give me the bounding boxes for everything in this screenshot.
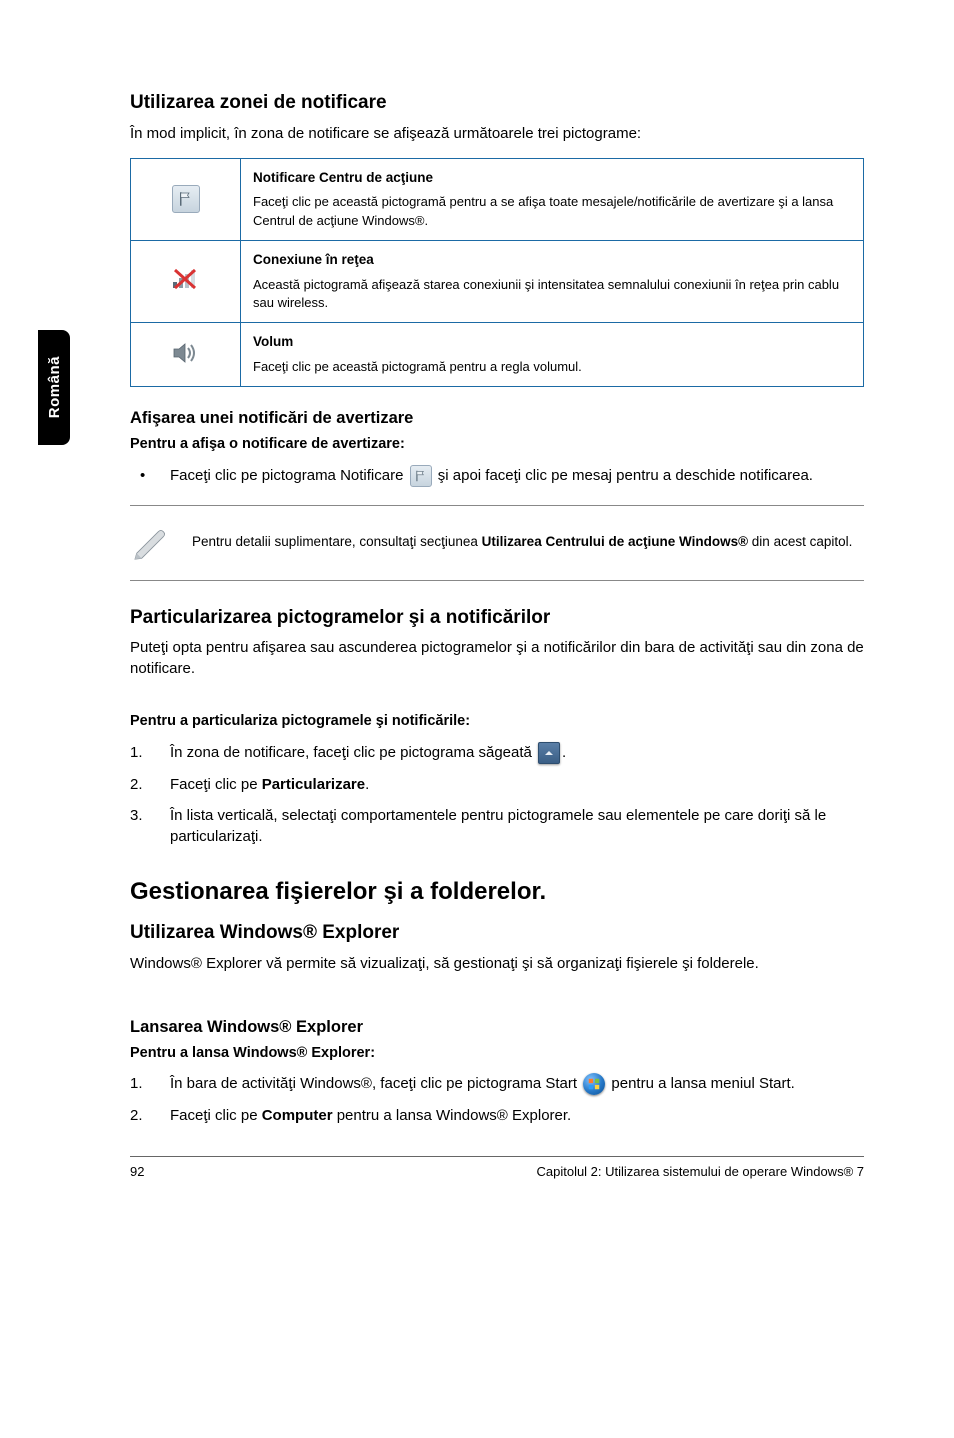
item-number: 1.: [130, 1073, 158, 1094]
list-item: 3. În lista verticală, selectaţi comport…: [130, 805, 864, 847]
arrow-up-icon: [538, 742, 560, 764]
start-icon: [583, 1073, 605, 1095]
page-number: 92: [130, 1163, 144, 1181]
cell-title: Conexiune în reţea: [253, 251, 851, 270]
subtitle-customize: Pentru a particulariza pictogramele şi n…: [130, 711, 864, 731]
text-post: .: [365, 776, 369, 793]
chapter-label: Capitolul 2: Utilizarea sistemului de op…: [536, 1163, 864, 1181]
note-text: Pentru detalii suplimentare, consultaţi …: [192, 533, 856, 552]
flag-icon: [410, 465, 432, 487]
cell-content: Notificare Centru de acţiune Faceţi clic…: [241, 158, 864, 240]
volume-icon: [171, 340, 201, 366]
cell-icon: [131, 158, 241, 240]
heading-customize: Particularizarea pictogramelor şi a noti…: [130, 605, 864, 632]
heading-files-folders: Gestionarea fişierelor şi a folderelor.: [130, 875, 864, 909]
item-number: 2.: [130, 774, 158, 795]
text-post: pentru a lansa meniul Start.: [611, 1075, 794, 1092]
item-number: 1.: [130, 742, 158, 763]
numbered-list-launch: 1. În bara de activităţi Windows®, faceţ…: [130, 1073, 864, 1126]
note-pre: Pentru detalii suplimentare, consultaţi …: [192, 534, 482, 549]
text-post: şi apoi faceţi clic pe mesaj pentru a de…: [438, 467, 813, 484]
cell-desc: Această pictogramă afişează starea conex…: [253, 277, 839, 310]
list-item: 2. Faceţi clic pe Particularizare.: [130, 774, 864, 795]
list-item: Faceţi clic pe pictograma Notificare şi …: [130, 465, 864, 487]
cell-title: Volum: [253, 333, 851, 352]
table-row: Notificare Centru de acţiune Faceţi clic…: [131, 158, 864, 240]
page-footer: 92 Capitolul 2: Utilizarea sistemului de…: [130, 1157, 864, 1181]
intro-notification-area: În mod implicit, în zona de notificare s…: [130, 123, 864, 144]
cell-desc: Faceţi clic pe această pictogramă pentru…: [253, 359, 582, 374]
side-language-tab: Română: [38, 330, 70, 445]
item-number: 3.: [130, 805, 158, 826]
table-row: Conexiune în reţea Această pictogramă af…: [131, 240, 864, 322]
intro-customize: Puteţi opta pentru afişarea sau ascunder…: [130, 637, 864, 679]
note-bold: Utilizarea Centrului de acţiune Windows®: [482, 534, 748, 549]
text-pre: Faceţi clic pe: [170, 776, 262, 793]
notification-icons-table: Notificare Centru de acţiune Faceţi clic…: [130, 158, 864, 388]
cell-desc: Faceţi clic pe această pictogramă pentru…: [253, 194, 833, 227]
table-row: Volum Faceţi clic pe această pictogramă …: [131, 323, 864, 387]
cell-icon: [131, 323, 241, 387]
list-item: 1. În bara de activităţi Windows®, faceţ…: [130, 1073, 864, 1095]
numbered-list-customize: 1. În zona de notificare, faceţi clic pe…: [130, 742, 864, 847]
page-content: Utilizarea zonei de notificare În mod im…: [0, 0, 954, 1231]
side-language-label: Română: [44, 356, 65, 418]
subtitle-display-alert: Pentru a afişa o notificare de avertizar…: [130, 434, 864, 454]
text-pre: În zona de notificare, faceţi clic pe pi…: [170, 744, 536, 761]
note-post: din acest capitol.: [748, 534, 852, 549]
list-item: 1. În zona de notificare, faceţi clic pe…: [130, 742, 864, 764]
network-icon: [171, 266, 201, 292]
list-item: 2. Faceţi clic pe Computer pentru a lans…: [130, 1105, 864, 1126]
text-explorer-use: Windows® Explorer vă permite să vizualiz…: [130, 953, 864, 974]
cell-content: Volum Faceţi clic pe această pictogramă …: [241, 323, 864, 387]
cell-icon: [131, 240, 241, 322]
subtitle-explorer-launch: Pentru a lansa Windows® Explorer:: [130, 1043, 864, 1063]
cell-content: Conexiune în reţea Această pictogramă af…: [241, 240, 864, 322]
text-pre: În lista verticală, selectaţi comportame…: [170, 807, 826, 845]
text-bold: Computer: [262, 1107, 333, 1124]
pen-icon: [130, 520, 170, 566]
text-bold: Particularizare: [262, 776, 365, 793]
cell-title: Notificare Centru de acţiune: [253, 169, 851, 188]
item-number: 2.: [130, 1105, 158, 1126]
text-pre: Faceţi clic pe pictograma Notificare: [170, 467, 408, 484]
text-pre: În bara de activităţi Windows®, faceţi c…: [170, 1075, 581, 1092]
text-post: pentru a lansa Windows® Explorer.: [333, 1107, 572, 1124]
heading-display-alert: Afişarea unei notificări de avertizare: [130, 407, 864, 430]
note-box: Pentru detalii suplimentare, consultaţi …: [130, 505, 864, 581]
heading-notification-area: Utilizarea zonei de notificare: [130, 90, 864, 117]
bullet-list: Faceţi clic pe pictograma Notificare şi …: [130, 465, 864, 487]
heading-explorer-use: Utilizarea Windows® Explorer: [130, 920, 864, 947]
heading-explorer-launch: Lansarea Windows® Explorer: [130, 1016, 864, 1039]
text-post: .: [562, 744, 566, 761]
text-pre: Faceţi clic pe: [170, 1107, 262, 1124]
flag-icon: [172, 185, 200, 213]
